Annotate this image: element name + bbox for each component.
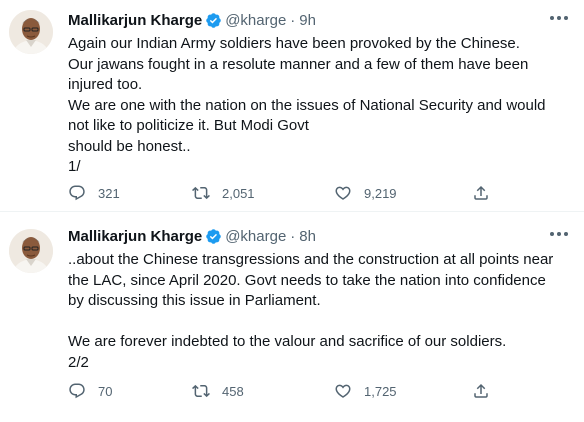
tweet-line: injured too. [68,76,143,93]
heart-icon [335,384,351,398]
tweet-2[interactable]: Mallikarjun Kharge @kharge · 8h ..about … [0,212,584,422]
share-icon [474,383,488,398]
separator: · [290,11,296,29]
handle[interactable]: @kharge [225,228,286,245]
like-count: 9,219 [364,185,397,201]
tweet-line: the LAC, since April 2020. Govt needs to… [68,271,546,289]
tweet-line: We are forever indebted to the valour an… [68,333,507,350]
tweet-line: not like to politicize it. But Modi Govt [68,117,309,134]
reply-button[interactable]: 70 [68,380,112,402]
tweet-header: Mallikarjun Kharge @kharge · 9h [68,9,316,31]
reply-count: 321 [98,185,120,201]
share-icon [474,185,488,200]
retweet-count: 458 [222,383,244,399]
separator: · [290,227,296,245]
verified-badge-icon [205,12,222,29]
tweet-line: Our jawans fought in a resolute manner a… [68,55,529,73]
tweet-1[interactable]: Mallikarjun Kharge @kharge · 9h Again ou… [0,0,584,211]
retweet-icon [192,384,210,398]
handle[interactable]: @kharge [225,12,286,29]
timestamp[interactable]: 8h [299,228,316,245]
reply-count: 70 [98,383,113,399]
tweet-line: should be honest.. [68,137,191,155]
tweet-actions: 321 2,051 9,219 [68,182,498,204]
reply-icon [69,185,85,201]
retweet-count: 2,051 [222,185,255,201]
timestamp[interactable]: 9h [299,12,316,29]
retweet-button[interactable]: 458 [192,380,244,402]
like-count: 1,725 [364,383,397,399]
tweet-text: ..about the Chinese transgressions and t… [68,250,568,373]
heart-icon [335,186,351,200]
share-button[interactable] [472,182,490,204]
tweet-line: by discussing this issue in Parliament. [68,292,321,309]
reply-button[interactable]: 321 [68,182,120,204]
retweet-icon [192,186,210,200]
author-name[interactable]: Mallikarjun Kharge [68,12,202,29]
tweet-line: Again our Indian Army soldiers have been… [68,35,520,52]
more-icon[interactable] [550,12,572,24]
avatar[interactable] [9,10,53,54]
avatar[interactable] [9,229,53,273]
tweet-line: ..about the Chinese transgressions and t… [68,251,554,268]
like-button[interactable]: 9,219 [334,182,397,204]
reply-icon [69,383,85,399]
retweet-button[interactable]: 2,051 [192,182,255,204]
tweet-actions: 70 458 1,725 [68,380,498,402]
tweet-line: 2/2 [68,353,89,371]
share-button[interactable] [472,380,490,402]
tweet-line: We are one with the nation on the issues… [68,96,546,114]
author-name[interactable]: Mallikarjun Kharge [68,228,202,245]
tweet-line: 1/ [68,158,81,175]
like-button[interactable]: 1,725 [334,380,397,402]
tweet-text: Again our Indian Army soldiers have been… [68,34,568,178]
more-icon[interactable] [550,228,572,240]
tweet-header: Mallikarjun Kharge @kharge · 8h [68,225,316,247]
verified-badge-icon [205,228,222,245]
